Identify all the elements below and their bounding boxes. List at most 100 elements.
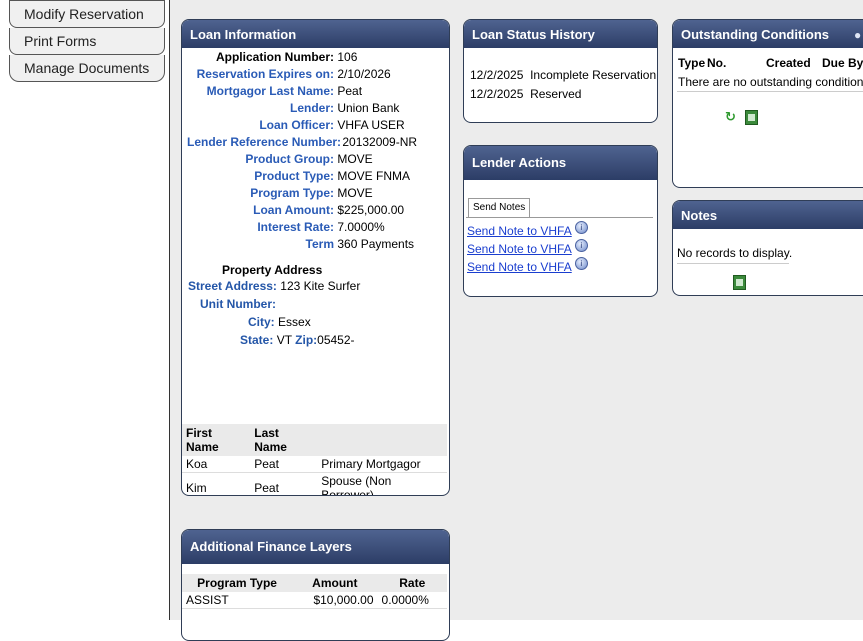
- borrowers-header-row: First Name Last Name: [182, 424, 447, 456]
- loan-amount-label: Loan Amount:: [253, 203, 334, 217]
- amount-header: Amount: [292, 574, 378, 592]
- term-row: Term 360 Payments: [182, 237, 449, 251]
- street-address-value: 123 Kite Surfer: [280, 279, 361, 293]
- interest-rate-value: 7.0000%: [337, 220, 385, 234]
- city-value: Essex: [278, 315, 311, 329]
- info-icon[interactable]: i: [574, 257, 588, 270]
- loan-information-header: Loan Information: [182, 20, 449, 48]
- print-forms-button[interactable]: Print Forms: [9, 28, 165, 55]
- lender-reference-value: 20132009-NR: [342, 135, 418, 149]
- state-zip-row: State: VT Zip:05452-: [240, 333, 355, 347]
- lender-actions-panel: Lender Actions Send Notes Send Note to V…: [463, 145, 658, 297]
- info-icon[interactable]: i: [574, 239, 588, 252]
- borrower-first-name: Koa: [182, 456, 251, 473]
- tab-send-notes[interactable]: Send Notes: [468, 198, 531, 217]
- property-address-heading: Property Address: [222, 263, 323, 277]
- left-nav-area: [9, 0, 169, 620]
- notes-empty-text: No records to display.: [677, 246, 793, 260]
- product-type-value: MOVE FNMA: [337, 169, 411, 183]
- mortgagor-last-name-label: Mortgagor Last Name:: [206, 84, 334, 98]
- excel-export-icon[interactable]: [733, 275, 746, 290]
- send-note-link[interactable]: Send Note to VHFA: [467, 260, 572, 274]
- status-row: 12/2/2025 Reserved: [470, 87, 581, 101]
- modify-reservation-button[interactable]: Modify Reservation: [9, 0, 165, 28]
- reservation-expires-value: 2/10/2026: [337, 67, 391, 81]
- mortgagor-last-name-value: Peat: [337, 84, 363, 98]
- notes-panel: Notes No records to display.: [672, 200, 863, 296]
- lender-row: Lender: Union Bank: [182, 101, 449, 115]
- status-text: Reserved: [530, 87, 582, 101]
- loan-status-history-header: Loan Status History: [464, 20, 657, 48]
- borrower-last-name: Peat: [250, 472, 318, 495]
- send-note-link-row: Send Note to VHFA i: [467, 257, 588, 274]
- table-row: ASSIST $10,000.00 0.0000%: [182, 592, 447, 609]
- table-row: Koa Peat Primary Mortgagor: [182, 456, 447, 473]
- product-type-label: Product Type:: [254, 169, 334, 183]
- tab-divider: [466, 217, 653, 218]
- row-divider: [677, 263, 789, 264]
- city-row: City: Essex: [248, 315, 311, 329]
- conditions-empty-text: There are no outstanding conditions.: [678, 75, 863, 89]
- first-name-header: First Name: [182, 424, 251, 456]
- created-column-header[interactable]: Created: [766, 56, 811, 70]
- status-row: 12/2/2025 Incomplete Reservation: [470, 68, 656, 82]
- number-column-header[interactable]: No.: [707, 56, 726, 70]
- refresh-icon[interactable]: ↻: [725, 110, 738, 123]
- finance-layers-table: Program Type Amount Rate ASSIST $10,000.…: [182, 574, 447, 609]
- loan-officer-label: Loan Officer:: [259, 118, 334, 132]
- finance-layers-header-row: Program Type Amount Rate: [182, 574, 447, 592]
- street-address-row: Street Address: 123 Kite Surfer: [188, 279, 360, 293]
- product-type-row: Product Type: MOVE FNMA: [182, 169, 449, 183]
- send-note-link[interactable]: Send Note to VHFA: [467, 224, 572, 238]
- product-group-row: Product Group: MOVE: [182, 152, 449, 166]
- state-label: State:: [240, 333, 274, 347]
- loan-information-panel: Loan Information Application Number: 106…: [181, 19, 450, 496]
- additional-finance-layers-header: Additional Finance Layers: [182, 530, 449, 564]
- lender-value: Union Bank: [337, 101, 400, 115]
- finance-program-type: ASSIST: [182, 592, 293, 609]
- interest-rate-label: Interest Rate:: [257, 220, 334, 234]
- send-note-link[interactable]: Send Note to VHFA: [467, 242, 572, 256]
- lender-reference-row: Lender Reference Number: 20132009-NR: [182, 135, 449, 149]
- interest-rate-row: Interest Rate: 7.0000%: [182, 220, 449, 234]
- program-type-row: Program Type: MOVE: [182, 186, 449, 200]
- borrower-role: Primary Mortgagor: [317, 456, 447, 473]
- excel-export-icon[interactable]: [745, 110, 758, 125]
- program-type-label: Program Type:: [250, 186, 334, 200]
- info-icon[interactable]: i: [574, 221, 588, 234]
- city-label: City:: [248, 315, 275, 329]
- rate-header: Rate: [377, 574, 447, 592]
- term-label: Term: [305, 237, 334, 251]
- loan-amount-value: $225,000.00: [337, 203, 405, 217]
- last-name-header: Last Name: [250, 424, 318, 456]
- loan-status-history-panel: Loan Status History 12/2/2025 Incomplete…: [463, 19, 658, 123]
- application-number-row: Application Number: 106: [182, 50, 449, 64]
- type-column-header[interactable]: Type: [678, 56, 705, 70]
- finance-amount: $10,000.00: [292, 592, 378, 609]
- due-by-column-header[interactable]: Due By: [822, 56, 863, 70]
- mortgagor-last-name-row: Mortgagor Last Name: Peat: [182, 84, 449, 98]
- program-type-header: Program Type: [182, 574, 293, 592]
- status-date: 12/2/2025: [470, 68, 524, 82]
- help-icon[interactable]: ●: [854, 20, 861, 50]
- application-number-value: 106: [337, 50, 358, 64]
- table-row: Kim Peat Spouse (Non Borrower): [182, 472, 447, 495]
- send-note-link-row: Send Note to VHFA i: [467, 239, 588, 256]
- status-text: Incomplete Reservation: [530, 68, 657, 82]
- manage-documents-button[interactable]: Manage Documents: [9, 55, 165, 82]
- borrowers-table: First Name Last Name Koa Peat Primary Mo…: [182, 424, 447, 495]
- product-group-value: MOVE: [337, 152, 373, 166]
- outstanding-conditions-panel: Outstanding Conditions ● Type No. Created…: [672, 19, 863, 188]
- borrower-role: Spouse (Non Borrower): [317, 472, 447, 495]
- row-divider: [677, 91, 863, 92]
- unit-number-row: Unit Number:: [200, 297, 276, 311]
- state-value: VT: [276, 333, 292, 347]
- loan-officer-row: Loan Officer: VHFA USER: [182, 118, 449, 132]
- reservation-expires-label: Reservation Expires on:: [196, 67, 334, 81]
- lender-reference-label: Lender Reference Number:: [187, 135, 342, 149]
- lender-label: Lender:: [289, 101, 334, 115]
- send-note-link-row: Send Note to VHFA i: [467, 221, 588, 238]
- zip-value: 05452-: [317, 333, 355, 347]
- unit-number-label: Unit Number:: [200, 297, 276, 311]
- street-address-label: Street Address:: [188, 279, 277, 293]
